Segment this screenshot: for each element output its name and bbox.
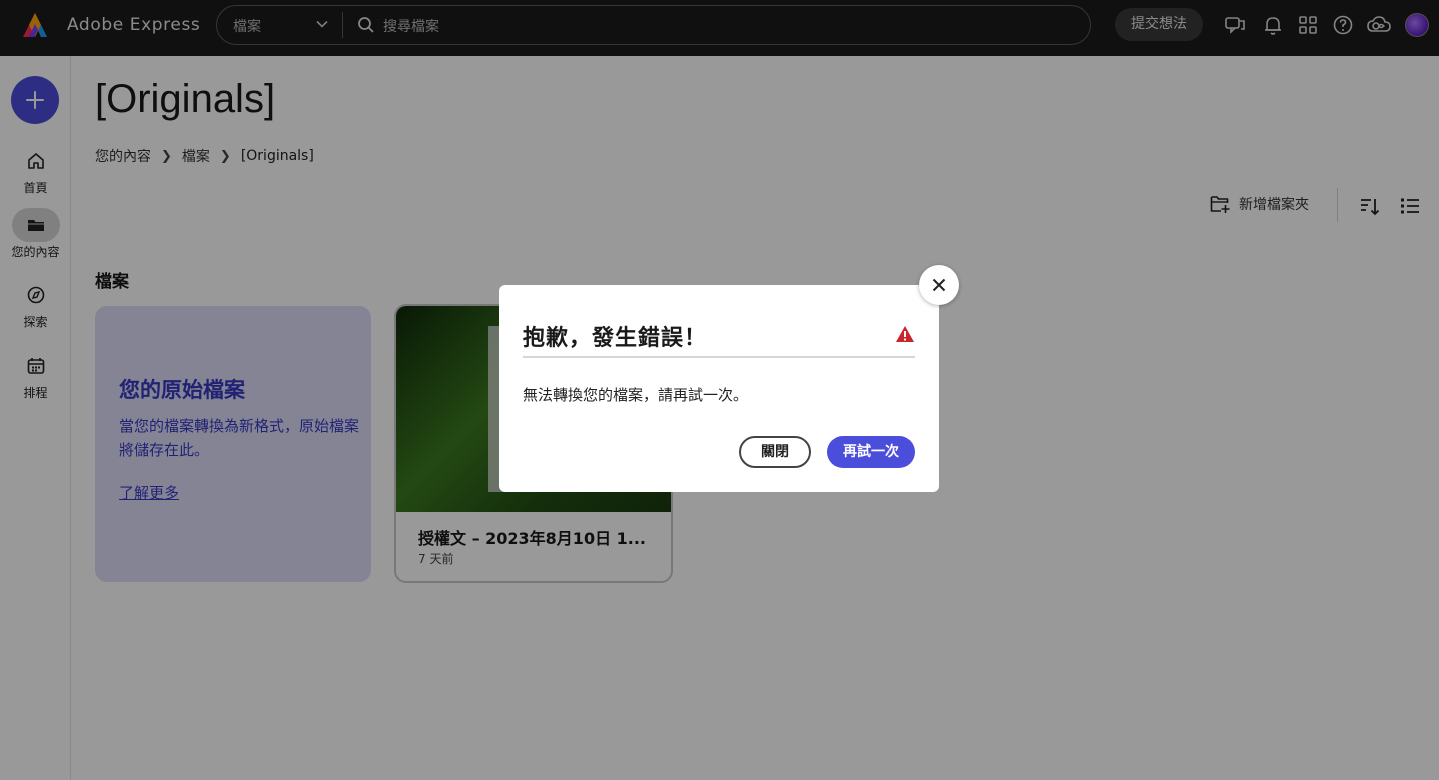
close-button[interactable]: 關閉 <box>739 436 811 468</box>
warning-icon <box>896 326 914 342</box>
retry-button[interactable]: 再試一次 <box>827 436 915 468</box>
dialog-close-button[interactable] <box>919 265 959 305</box>
dialog-divider <box>523 356 915 358</box>
dialog-message: 無法轉換您的檔案，請再試一次。 <box>523 386 749 404</box>
dialog-title: 抱歉，發生錯誤！ <box>523 326 708 351</box>
error-dialog: 抱歉，發生錯誤！ 無法轉換您的檔案，請再試一次。 關閉 再試一次 <box>499 285 939 492</box>
close-icon <box>932 278 946 292</box>
